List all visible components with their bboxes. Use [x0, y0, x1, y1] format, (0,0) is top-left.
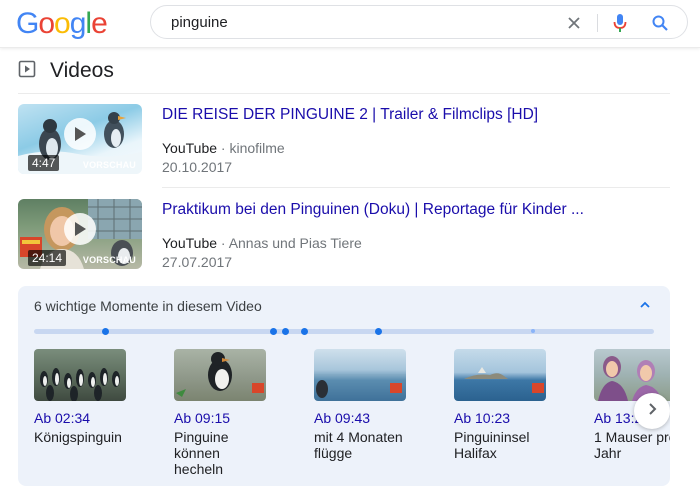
source-separator: ·: [217, 235, 229, 251]
timeline-marker[interactable]: [102, 328, 109, 335]
key-moments-panel: 6 wichtige Momente in diesem Video Ab 02…: [18, 286, 670, 486]
search-header: Google pinguine: [0, 0, 700, 48]
microphone-icon[interactable]: [609, 12, 631, 34]
sea-view-image: [314, 374, 406, 398]
logo-letter: o: [38, 7, 55, 40]
source-name: YouTube: [162, 140, 218, 156]
moment-thumbnail[interactable]: [594, 349, 670, 401]
timeline-marker[interactable]: [282, 328, 289, 335]
key-moments-heading: 6 wichtige Momente in diesem Video: [34, 298, 262, 314]
divider: [162, 187, 670, 188]
google-logo[interactable]: Google: [16, 7, 108, 41]
key-moment[interactable]: Ab 02:34 Königspinguin: [34, 349, 130, 445]
video-source: YouTube · kinofilme: [162, 140, 285, 156]
key-moment[interactable]: Ab 09:43 mit 4 Monaten flügge: [314, 349, 410, 461]
video-date: 20.10.2017: [162, 159, 233, 175]
logo-letter: o: [54, 7, 71, 40]
presenters-image: [598, 356, 662, 401]
moment-label: 1 Mauser pro Jahr: [594, 429, 670, 461]
videos-section-header: Videos: [18, 58, 114, 84]
channel-name: Annas und Pias Tiere: [228, 235, 362, 251]
logo-letter: g: [69, 7, 87, 40]
king-penguin-image: [40, 368, 120, 401]
panting-penguin-image: [176, 352, 264, 397]
preview-label: VORSCHAU: [82, 160, 136, 170]
timeline-marker[interactable]: [375, 328, 382, 335]
search-input[interactable]: pinguine: [171, 14, 228, 31]
moment-label: Königspinguin: [34, 429, 122, 445]
moment-thumbnail[interactable]: [314, 349, 406, 401]
source-separator: ·: [217, 140, 230, 156]
search-divider: [597, 14, 598, 32]
moment-time: Ab 02:34: [34, 410, 91, 426]
divider: [18, 93, 670, 94]
moment-thumbnail[interactable]: [34, 349, 126, 401]
video-thumbnail[interactable]: 24:14 VORSCHAU: [18, 199, 142, 269]
timeline-marker[interactable]: [270, 328, 277, 335]
chevron-right-icon: [646, 402, 658, 421]
video-title-link[interactable]: DIE REISE DER PINGUINE 2 | Trailer & Fil…: [162, 106, 538, 124]
moment-thumbnail[interactable]: [454, 349, 546, 401]
logo-letter: G: [16, 7, 39, 40]
search-icon[interactable]: [649, 12, 671, 34]
video-thumbnail[interactable]: 4:47 VORSCHAU: [18, 104, 142, 174]
moment-time: Ab 09:43: [314, 410, 371, 426]
timeline-marker[interactable]: [531, 329, 535, 333]
section-title: Videos: [50, 59, 114, 82]
video-duration: 24:14: [28, 250, 67, 266]
channel-name: kinofilme: [229, 140, 285, 156]
play-icon[interactable]: [64, 213, 96, 245]
logo-letter: e: [91, 7, 108, 40]
search-box[interactable]: pinguine: [150, 5, 688, 39]
next-moments-button[interactable]: [634, 393, 670, 429]
moment-label: Pinguininsel Halifax: [454, 429, 530, 461]
moments-timeline[interactable]: [34, 328, 654, 335]
play-icon[interactable]: [64, 118, 96, 150]
source-name: YouTube: [162, 235, 218, 251]
video-duration: 4:47: [28, 155, 60, 171]
island-image: [464, 367, 544, 393]
video-result[interactable]: 4:47 VORSCHAU DIE REISE DER PINGUINE 2 |…: [18, 104, 670, 180]
key-moment[interactable]: Ab 09:15 Pinguine können hecheln: [174, 349, 270, 477]
moment-thumbnail[interactable]: [174, 349, 266, 401]
clear-icon[interactable]: [563, 12, 585, 34]
video-title-link[interactable]: Praktikum bei den Pinguinen (Doku) | Rep…: [162, 201, 584, 219]
moment-time: Ab 10:23: [454, 410, 511, 426]
moment-label: mit 4 Monaten flügge: [314, 429, 403, 461]
key-moment[interactable]: Ab 10:23 Pinguininsel Halifax: [454, 349, 550, 461]
video-result[interactable]: 24:14 VORSCHAU Praktikum bei den Pinguin…: [18, 199, 670, 275]
video-source: YouTube · Annas und Pias Tiere: [162, 235, 362, 251]
video-date: 27.07.2017: [162, 254, 233, 270]
timeline-marker[interactable]: [301, 328, 308, 335]
moment-time: Ab 09:15: [174, 410, 231, 426]
chevron-up-icon[interactable]: [638, 298, 652, 312]
video-icon: [18, 60, 36, 83]
moment-label: Pinguine können hecheln: [174, 429, 229, 477]
preview-label: VORSCHAU: [82, 255, 136, 265]
